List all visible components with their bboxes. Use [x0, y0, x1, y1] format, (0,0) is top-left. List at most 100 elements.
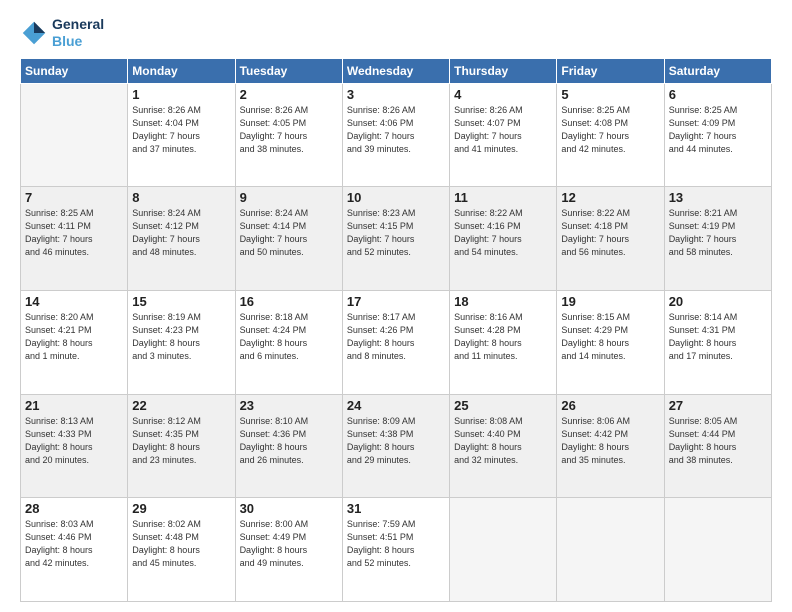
day-info: Sunrise: 8:03 AM Sunset: 4:46 PM Dayligh… [25, 518, 123, 570]
day-info: Sunrise: 8:08 AM Sunset: 4:40 PM Dayligh… [454, 415, 552, 467]
day-info: Sunrise: 8:18 AM Sunset: 4:24 PM Dayligh… [240, 311, 338, 363]
logo-text: General Blue [52, 16, 104, 50]
calendar-cell: 6 Sunrise: 8:25 AM Sunset: 4:09 PM Daylig… [664, 83, 771, 187]
day-info: Sunrise: 8:24 AM Sunset: 4:12 PM Dayligh… [132, 207, 230, 259]
calendar-header-thursday: Thursday [450, 58, 557, 83]
calendar-header-tuesday: Tuesday [235, 58, 342, 83]
day-info: Sunrise: 8:20 AM Sunset: 4:21 PM Dayligh… [25, 311, 123, 363]
day-number: 9 [240, 190, 338, 205]
calendar-header-monday: Monday [128, 58, 235, 83]
page: General Blue SundayMondayTuesdayWednesda… [0, 0, 792, 612]
calendar-cell [450, 498, 557, 602]
calendar-cell: 24 Sunrise: 8:09 AM Sunset: 4:38 PM Dayli… [342, 394, 449, 498]
calendar-cell: 27Sunrise: 8:05 AM Sunset: 4:44 PM Dayli… [664, 394, 771, 498]
calendar-cell: 15Sunrise: 8:19 AM Sunset: 4:23 PM Dayli… [128, 290, 235, 394]
calendar-week-2: 7 Sunrise: 8:25 AM Sunset: 4:11 PM Daylig… [21, 187, 772, 291]
calendar-header-saturday: Saturday [664, 58, 771, 83]
calendar-cell [557, 498, 664, 602]
day-number: 23 [240, 398, 338, 413]
calendar-week-4: 21 Sunrise: 8:13 AM Sunset: 4:33 PM Dayli… [21, 394, 772, 498]
calendar-header-friday: Friday [557, 58, 664, 83]
calendar-cell: 30Sunrise: 8:00 AM Sunset: 4:49 PM Dayli… [235, 498, 342, 602]
day-number: 15 [132, 294, 230, 309]
calendar-week-3: 14 Sunrise: 8:20 AM Sunset: 4:21 PM Dayli… [21, 290, 772, 394]
day-info: Sunrise: 8:22 AM Sunset: 4:18 PM Dayligh… [561, 207, 659, 259]
day-info: Sunrise: 8:06 AM Sunset: 4:42 PM Dayligh… [561, 415, 659, 467]
calendar-cell: 19Sunrise: 8:15 AM Sunset: 4:29 PM Dayli… [557, 290, 664, 394]
day-number: 20 [669, 294, 767, 309]
day-info: Sunrise: 7:59 AM Sunset: 4:51 PM Dayligh… [347, 518, 445, 570]
day-info: Sunrise: 8:09 AM Sunset: 4:38 PM Dayligh… [347, 415, 445, 467]
day-number: 24 [347, 398, 445, 413]
day-number: 18 [454, 294, 552, 309]
header: General Blue [20, 16, 772, 50]
day-info: Sunrise: 8:25 AM Sunset: 4:11 PM Dayligh… [25, 207, 123, 259]
day-info: Sunrise: 8:25 AM Sunset: 4:08 PM Dayligh… [561, 104, 659, 156]
day-info: Sunrise: 8:25 AM Sunset: 4:09 PM Dayligh… [669, 104, 767, 156]
day-info: Sunrise: 8:26 AM Sunset: 4:06 PM Dayligh… [347, 104, 445, 156]
day-info: Sunrise: 8:26 AM Sunset: 4:05 PM Dayligh… [240, 104, 338, 156]
calendar-cell: 1 Sunrise: 8:26 AM Sunset: 4:04 PM Daylig… [128, 83, 235, 187]
day-info: Sunrise: 8:17 AM Sunset: 4:26 PM Dayligh… [347, 311, 445, 363]
calendar-cell: 17 Sunrise: 8:17 AM Sunset: 4:26 PM Dayli… [342, 290, 449, 394]
calendar-cell: 28 Sunrise: 8:03 AM Sunset: 4:46 PM Dayli… [21, 498, 128, 602]
day-info: Sunrise: 8:23 AM Sunset: 4:15 PM Dayligh… [347, 207, 445, 259]
calendar-cell: 12 Sunrise: 8:22 AM Sunset: 4:18 PM Dayli… [557, 187, 664, 291]
calendar-header-sunday: Sunday [21, 58, 128, 83]
calendar-header-row: SundayMondayTuesdayWednesdayThursdayFrid… [21, 58, 772, 83]
day-number: 22 [132, 398, 230, 413]
day-number: 28 [25, 501, 123, 516]
day-info: Sunrise: 8:12 AM Sunset: 4:35 PM Dayligh… [132, 415, 230, 467]
day-number: 17 [347, 294, 445, 309]
day-number: 7 [25, 190, 123, 205]
day-info: Sunrise: 8:02 AM Sunset: 4:48 PM Dayligh… [132, 518, 230, 570]
calendar-cell: 22 Sunrise: 8:12 AM Sunset: 4:35 PM Dayli… [128, 394, 235, 498]
day-info: Sunrise: 8:26 AM Sunset: 4:04 PM Dayligh… [132, 104, 230, 156]
day-number: 5 [561, 87, 659, 102]
day-number: 1 [132, 87, 230, 102]
day-number: 12 [561, 190, 659, 205]
day-number: 25 [454, 398, 552, 413]
day-number: 31 [347, 501, 445, 516]
calendar: SundayMondayTuesdayWednesdayThursdayFrid… [20, 58, 772, 602]
day-number: 13 [669, 190, 767, 205]
calendar-cell: 11 Sunrise: 8:22 AM Sunset: 4:16 PM Dayli… [450, 187, 557, 291]
logo: General Blue [20, 16, 104, 50]
calendar-cell: 3Sunrise: 8:26 AM Sunset: 4:06 PM Daylig… [342, 83, 449, 187]
day-info: Sunrise: 8:14 AM Sunset: 4:31 PM Dayligh… [669, 311, 767, 363]
calendar-cell: 10 Sunrise: 8:23 AM Sunset: 4:15 PM Dayli… [342, 187, 449, 291]
calendar-header-wednesday: Wednesday [342, 58, 449, 83]
calendar-cell: 9 Sunrise: 8:24 AM Sunset: 4:14 PM Daylig… [235, 187, 342, 291]
calendar-cell: 26Sunrise: 8:06 AM Sunset: 4:42 PM Dayli… [557, 394, 664, 498]
calendar-cell: 31 Sunrise: 7:59 AM Sunset: 4:51 PM Dayli… [342, 498, 449, 602]
calendar-cell: 8 Sunrise: 8:24 AM Sunset: 4:12 PM Daylig… [128, 187, 235, 291]
calendar-cell: 14 Sunrise: 8:20 AM Sunset: 4:21 PM Dayli… [21, 290, 128, 394]
calendar-cell: 25 Sunrise: 8:08 AM Sunset: 4:40 PM Dayli… [450, 394, 557, 498]
calendar-cell: 5 Sunrise: 8:25 AM Sunset: 4:08 PM Daylig… [557, 83, 664, 187]
day-info: Sunrise: 8:13 AM Sunset: 4:33 PM Dayligh… [25, 415, 123, 467]
day-number: 10 [347, 190, 445, 205]
calendar-week-1: 1 Sunrise: 8:26 AM Sunset: 4:04 PM Daylig… [21, 83, 772, 187]
day-number: 6 [669, 87, 767, 102]
day-info: Sunrise: 8:22 AM Sunset: 4:16 PM Dayligh… [454, 207, 552, 259]
calendar-cell: 13 Sunrise: 8:21 AM Sunset: 4:19 PM Dayli… [664, 187, 771, 291]
day-info: Sunrise: 8:16 AM Sunset: 4:28 PM Dayligh… [454, 311, 552, 363]
calendar-cell: 4 Sunrise: 8:26 AM Sunset: 4:07 PM Daylig… [450, 83, 557, 187]
calendar-cell: 18 Sunrise: 8:16 AM Sunset: 4:28 PM Dayli… [450, 290, 557, 394]
calendar-week-5: 28 Sunrise: 8:03 AM Sunset: 4:46 PM Dayli… [21, 498, 772, 602]
day-info: Sunrise: 8:26 AM Sunset: 4:07 PM Dayligh… [454, 104, 552, 156]
calendar-cell: 29 Sunrise: 8:02 AM Sunset: 4:48 PM Dayli… [128, 498, 235, 602]
day-number: 21 [25, 398, 123, 413]
day-info: Sunrise: 8:24 AM Sunset: 4:14 PM Dayligh… [240, 207, 338, 259]
day-info: Sunrise: 8:21 AM Sunset: 4:19 PM Dayligh… [669, 207, 767, 259]
calendar-cell: 21 Sunrise: 8:13 AM Sunset: 4:33 PM Dayli… [21, 394, 128, 498]
day-number: 8 [132, 190, 230, 205]
day-number: 4 [454, 87, 552, 102]
day-number: 11 [454, 190, 552, 205]
day-number: 2 [240, 87, 338, 102]
day-number: 14 [25, 294, 123, 309]
day-number: 19 [561, 294, 659, 309]
day-info: Sunrise: 8:05 AM Sunset: 4:44 PM Dayligh… [669, 415, 767, 467]
day-number: 29 [132, 501, 230, 516]
day-info: Sunrise: 8:00 AM Sunset: 4:49 PM Dayligh… [240, 518, 338, 570]
